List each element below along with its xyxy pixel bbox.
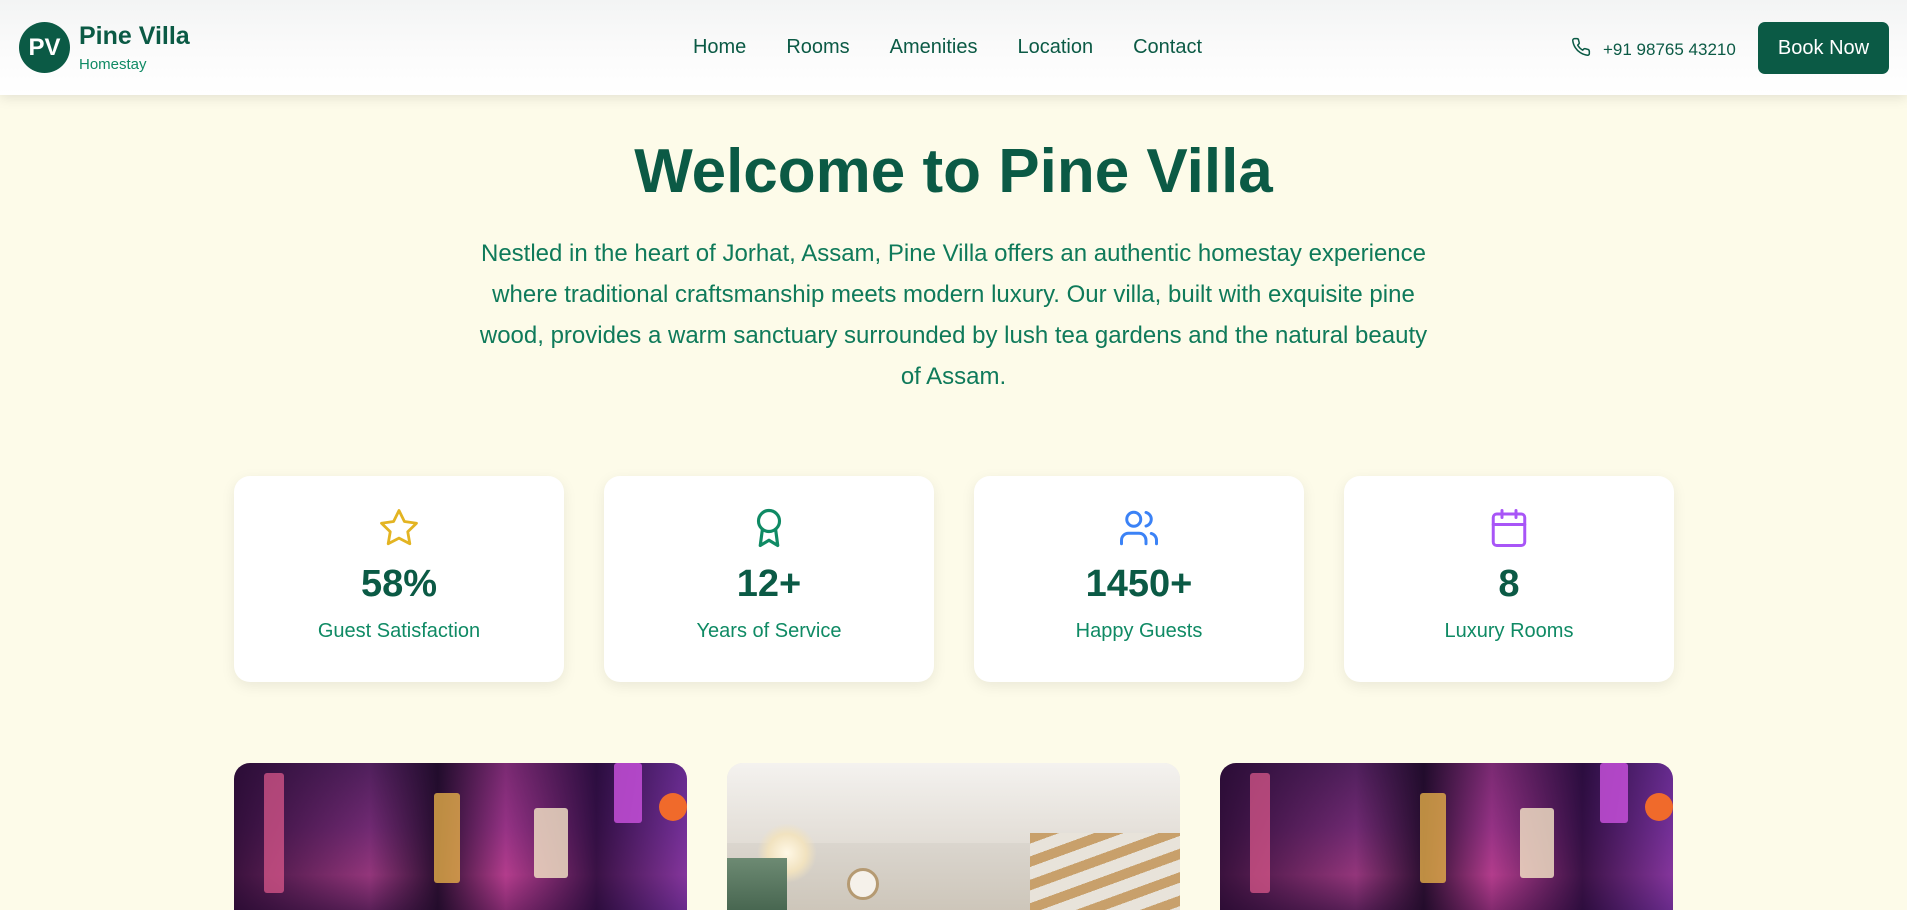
phone-contact[interactable]: +91 98765 43210 (1571, 37, 1736, 62)
neon-street-photo[interactable] (234, 763, 687, 910)
hero-title: Welcome to Pine Villa (634, 137, 1273, 206)
star-icon (378, 507, 420, 549)
stat-card-rooms: 8 Luxury Rooms (1344, 476, 1674, 682)
nav-link-rooms[interactable]: Rooms (786, 36, 849, 59)
stat-label: Years of Service (696, 620, 842, 642)
phone-icon (1571, 37, 1591, 62)
villa-interior-photo[interactable] (727, 763, 1180, 910)
stat-card-guests: 1450+ Happy Guests (974, 476, 1304, 682)
brand-subtitle: Homestay (79, 56, 147, 73)
book-now-button[interactable]: Book Now (1758, 22, 1889, 74)
nav-link-contact[interactable]: Contact (1133, 36, 1202, 59)
nav-link-location[interactable]: Location (1017, 36, 1093, 59)
stat-value: 58% (360, 563, 438, 605)
stat-label: Luxury Rooms (1444, 620, 1574, 642)
stat-label: Guest Satisfaction (317, 620, 481, 642)
stat-card-satisfaction: 58% Guest Satisfaction (234, 476, 564, 682)
nav-link-amenities[interactable]: Amenities (890, 36, 978, 59)
gallery-section (234, 763, 1673, 910)
site-header: PV Pine Villa Homestay Home Rooms Amenit… (0, 0, 1907, 95)
hero-description: Nestled in the heart of Jorhat, Assam, P… (479, 240, 1428, 390)
stat-value: 8 (1498, 563, 1520, 605)
stat-label: Happy Guests (1075, 620, 1203, 642)
users-icon (1118, 507, 1160, 549)
stat-value: 1450+ (1085, 563, 1193, 605)
calendar-icon (1488, 507, 1530, 549)
stat-value: 12+ (736, 563, 802, 605)
neon-street-photo[interactable] (1220, 763, 1673, 910)
nav-link-home[interactable]: Home (693, 36, 746, 59)
stats-section: 58% Guest Satisfaction 12+ Years of Serv… (234, 476, 1674, 682)
logo-badge[interactable]: PV (19, 22, 70, 73)
award-icon (748, 507, 790, 549)
phone-number: +91 98765 43210 (1603, 39, 1736, 59)
stat-card-years: 12+ Years of Service (604, 476, 934, 682)
brand-name[interactable]: Pine Villa (79, 22, 190, 51)
